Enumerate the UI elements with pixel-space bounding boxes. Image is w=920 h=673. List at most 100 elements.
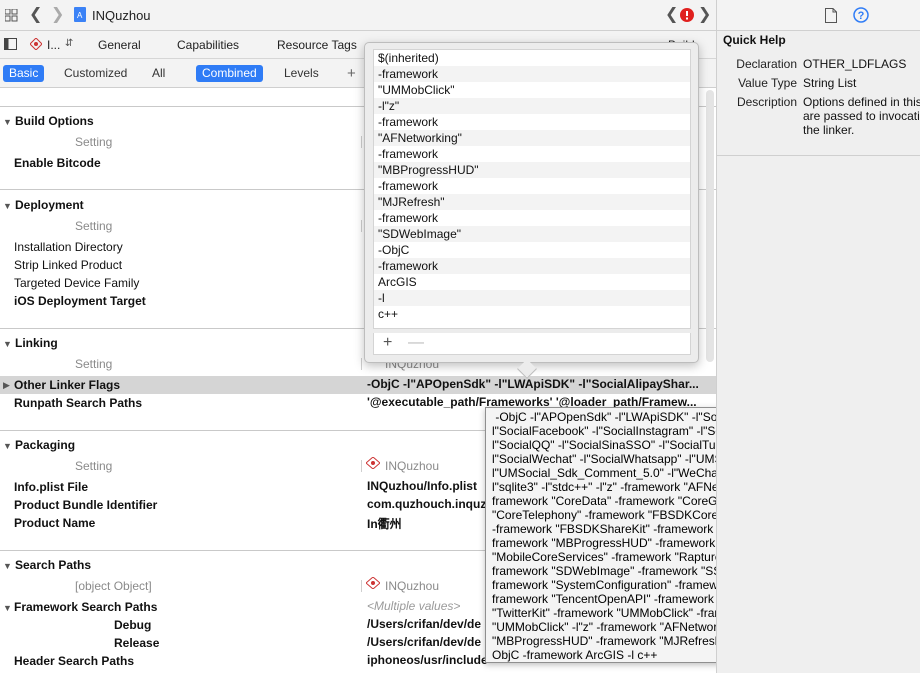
issue-forward-icon[interactable]: ❯ — [698, 7, 711, 23]
description-line: Options defined in this — [803, 95, 920, 109]
flag-list-item[interactable]: -framework — [374, 66, 690, 82]
list-edit-bar: + — — [373, 333, 691, 355]
inspector-pane: ? Quick Help Declaration OTHER_LDFLAGS V… — [716, 0, 920, 673]
value-framework-debug[interactable]: /Users/crifan/dev/de — [367, 617, 481, 631]
setting-runpath-search-paths[interactable]: Runpath Search Paths — [14, 396, 142, 410]
disclosure-triangle-icon[interactable]: ▼ — [3, 561, 12, 571]
top-toolbar: ❮ ❯ A INQuzhou ❮ ❯ — [0, 0, 716, 31]
flag-list-item[interactable]: -l — [374, 290, 690, 306]
setting-framework-debug[interactable]: Debug — [114, 618, 151, 632]
disclosure-triangle-icon[interactable]: ▼ — [3, 339, 12, 349]
chevron-updown-icon[interactable]: ⇵ — [65, 37, 73, 51]
disclosure-triangle-icon[interactable]: ▼ — [3, 201, 12, 211]
svg-text:?: ? — [858, 10, 865, 22]
setting-header-search-paths[interactable]: Header Search Paths — [14, 654, 134, 668]
flag-list-item[interactable]: "UMMobClick" — [374, 82, 690, 98]
project-name[interactable]: INQuzhou — [92, 8, 151, 23]
disclosure-triangle-icon[interactable]: ▼ — [3, 441, 12, 451]
setting-strip-linked-product[interactable]: Strip Linked Product — [14, 258, 122, 272]
flag-list-item[interactable]: ArcGIS — [374, 274, 690, 290]
disclosure-triangle-right-icon[interactable]: ▶ — [3, 380, 10, 391]
section-title-linking[interactable]: Linking — [15, 336, 58, 350]
add-setting-button[interactable]: + — [341, 65, 362, 82]
setting-product-name[interactable]: Product Name — [14, 516, 95, 530]
linker-flags-list[interactable]: $(inherited) -framework "UMMobClick" -l"z" -… — [373, 49, 691, 329]
filter-basic-button[interactable]: Basic — [3, 65, 45, 82]
filter-levels-button[interactable]: Levels — [278, 65, 325, 82]
value-other-linker-flags[interactable]: -ObjC -l"APOpenSdk" -l"LWApiSDK" -l"Soci… — [367, 377, 699, 391]
section-title-search-paths[interactable]: Search Paths — [15, 558, 91, 572]
flag-list-item[interactable]: -framework — [374, 258, 690, 274]
document-icon[interactable] — [825, 8, 837, 25]
section-title-packaging[interactable]: Packaging — [15, 438, 75, 452]
flag-list-item[interactable]: c++ — [374, 306, 690, 322]
back-icon[interactable]: ❮ — [29, 7, 42, 23]
value-info-plist-file[interactable]: INQuzhou/Info.plist — [367, 479, 477, 493]
column-header-target: INQuzhou — [385, 579, 440, 593]
description-line: the linker. — [803, 123, 855, 137]
help-icon[interactable]: ? — [853, 7, 869, 25]
setting-info-plist-file[interactable]: Info.plist File — [14, 480, 88, 494]
setting-installation-directory[interactable]: Installation Directory — [14, 240, 123, 254]
column-divider — [361, 580, 362, 592]
column-header-setting: [object Object] — [75, 579, 152, 593]
setting-framework-release[interactable]: Release — [114, 636, 159, 650]
setting-ios-deployment-target[interactable]: iOS Deployment Target — [14, 294, 146, 308]
svg-text:A: A — [77, 11, 83, 20]
column-header-target: INQuzhou — [385, 459, 440, 473]
settings-scrollbar[interactable] — [706, 90, 714, 362]
flag-list-item[interactable]: -l"z" — [374, 98, 690, 114]
section-title-build-options[interactable]: Build Options — [15, 114, 94, 128]
value-header-search-paths[interactable]: iphoneos/usr/include — [367, 653, 488, 667]
value-framework-release[interactable]: /Users/crifan/dev/de — [367, 635, 481, 649]
flag-list-item[interactable]: "MJRefresh" — [374, 194, 690, 210]
target-selector[interactable]: I... — [47, 38, 60, 52]
linker-flags-popover: $(inherited) -framework "UMMobClick" -l"z" -… — [364, 42, 699, 363]
inspector-toolbar: ? — [717, 0, 920, 31]
column-divider — [361, 358, 362, 370]
column-header-setting: Setting — [75, 357, 113, 371]
tab-capabilities[interactable]: Capabilities — [177, 38, 239, 52]
section-title-deployment[interactable]: Deployment — [15, 198, 84, 212]
flag-list-item[interactable]: "AFNetworking" — [374, 130, 690, 146]
forward-icon[interactable]: ❯ — [51, 7, 64, 23]
flag-list-item[interactable]: "MBProgressHUD" — [374, 162, 690, 178]
add-flag-button[interactable]: + — [383, 334, 392, 352]
column-header-setting: Setting — [75, 459, 113, 473]
setting-framework-search-paths[interactable]: Framework Search Paths — [14, 600, 157, 614]
filter-combined-button[interactable]: Combined — [196, 65, 263, 82]
column-header-setting: Setting — [75, 219, 113, 233]
column-divider — [361, 136, 362, 148]
flag-list-item[interactable]: -ObjC — [374, 242, 690, 258]
tab-general[interactable]: General — [98, 38, 141, 52]
setting-other-linker-flags[interactable]: Other Linker Flags — [14, 378, 120, 392]
quick-help-title: Quick Help — [723, 33, 786, 47]
flag-list-item[interactable]: "SDWebImage" — [374, 226, 690, 242]
flag-list-item[interactable]: $(inherited) — [374, 50, 690, 66]
value-framework-search-paths[interactable]: <Multiple values> — [367, 599, 460, 613]
flag-list-item[interactable]: -framework — [374, 178, 690, 194]
project-file-icon: A — [74, 7, 86, 24]
flag-list-item[interactable]: -framework — [374, 146, 690, 162]
disclosure-triangle-icon[interactable]: ▼ — [3, 603, 12, 613]
remove-flag-button[interactable]: — — [408, 334, 424, 352]
filter-all-button[interactable]: All — [146, 65, 171, 82]
issue-icon[interactable] — [680, 8, 694, 24]
sidebar-toggle-icon[interactable] — [4, 38, 17, 52]
disclosure-triangle-icon[interactable]: ▼ — [3, 117, 12, 127]
value-product-bundle-identifier[interactable]: com.quzhouch.inquzh — [367, 497, 494, 511]
target-icon — [29, 37, 43, 52]
setting-targeted-device-family[interactable]: Targeted Device Family — [14, 276, 139, 290]
flag-list-item[interactable]: -framework — [374, 114, 690, 130]
column-header-setting: Setting — [75, 135, 113, 149]
filter-customized-button[interactable]: Customized — [58, 65, 133, 82]
setting-product-bundle-identifier[interactable]: Product Bundle Identifier — [14, 498, 157, 512]
value-product-name[interactable]: In衢州 — [367, 515, 402, 532]
tab-resource-tags[interactable]: Resource Tags — [277, 38, 357, 52]
issue-back-icon[interactable]: ❮ — [665, 7, 678, 23]
declaration-value: OTHER_LDFLAGS — [803, 57, 907, 71]
flag-list-item[interactable]: -framework — [374, 210, 690, 226]
setting-enable-bitcode[interactable]: Enable Bitcode — [14, 156, 101, 170]
target-icon — [365, 576, 381, 591]
grid-icon[interactable] — [4, 8, 18, 24]
